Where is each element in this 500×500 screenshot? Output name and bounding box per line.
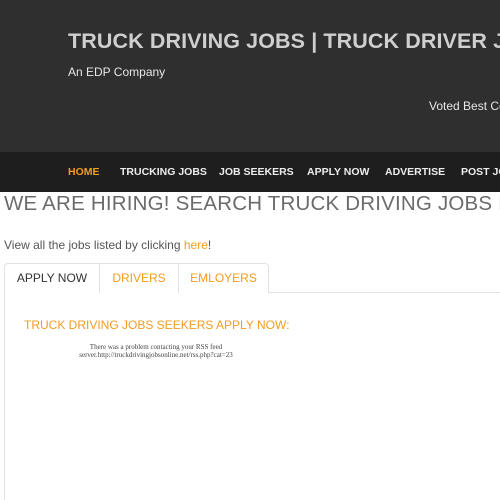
- rss-error-message: There was a problem contacting your RSS …: [79, 343, 233, 359]
- tab-drivers[interactable]: DRIVERS: [99, 263, 179, 293]
- intro-text-end: !: [207, 238, 212, 252]
- voted-best-text: Voted Best Company: [429, 99, 500, 113]
- tab-panel-apply-now: TRUCK DRIVING JOBS SEEKERS APPLY NOW: Th…: [4, 293, 500, 500]
- here-link[interactable]: here: [184, 238, 208, 252]
- site-tagline: An EDP Company: [68, 65, 166, 79]
- intro-text: View all the jobs listed by clicking her…: [4, 238, 211, 252]
- nav-item-home[interactable]: HOME: [68, 166, 100, 178]
- site-header: TRUCK DRIVING JOBS | TRUCK DRIVER JOBS A…: [0, 0, 500, 152]
- nav-item-trucking-jobs[interactable]: TRUCKING JOBS: [120, 166, 207, 178]
- panel-heading: TRUCK DRIVING JOBS SEEKERS APPLY NOW:: [24, 318, 290, 332]
- nav-item-post-jobs[interactable]: POST JOBS: [461, 166, 500, 178]
- main-nav: HOME TRUCKING JOBS JOB SEEKERS APPLY NOW…: [0, 152, 500, 192]
- intro-text-label: View all the jobs listed by clicking: [4, 238, 184, 252]
- tab-employers[interactable]: EMLOYERS: [178, 263, 269, 293]
- nav-item-advertise[interactable]: ADVERTISE: [385, 166, 445, 178]
- nav-item-job-seekers[interactable]: JOB SEEKERS: [219, 166, 294, 178]
- tab-apply-now[interactable]: APPLY NOW: [4, 263, 100, 293]
- page-heading: WE ARE HIRING! SEARCH TRUCK DRIVING JOBS…: [4, 192, 500, 215]
- site-title[interactable]: TRUCK DRIVING JOBS | TRUCK DRIVER JOBS: [68, 29, 500, 54]
- nav-item-apply-now[interactable]: APPLY NOW: [307, 166, 369, 178]
